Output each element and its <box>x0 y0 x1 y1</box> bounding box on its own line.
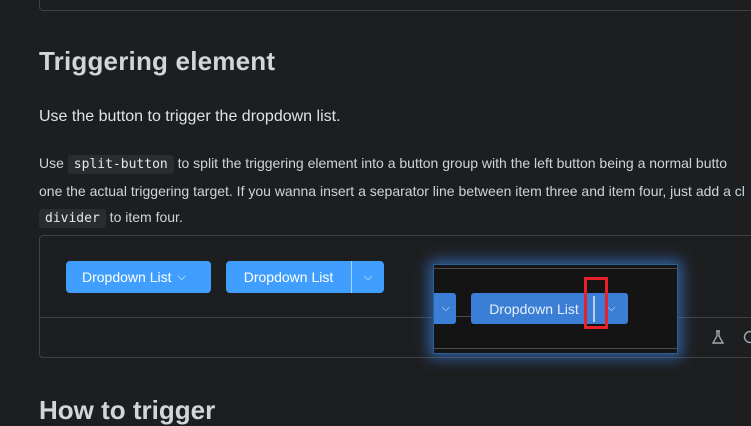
split-button-label: Dropdown List <box>244 269 334 285</box>
zoom-border-line <box>434 348 677 349</box>
code-divider: divider <box>39 209 106 228</box>
zoom-border-line <box>434 268 677 269</box>
beaker-icon[interactable] <box>711 330 725 348</box>
desc-text-1: Use <box>39 155 68 171</box>
desc-text-3: one the actual triggering target. If you… <box>39 183 745 199</box>
code-split-button: split-button <box>68 155 174 174</box>
magnifier-overlay: ⌵ Dropdown List ⌵ <box>433 264 678 354</box>
desc-text-2: to split the triggering element into a b… <box>174 155 727 171</box>
github-icon[interactable] <box>743 330 751 348</box>
chevron-down-icon: ⌵ <box>178 271 186 284</box>
zoomed-dropdown-button-fragment: ⌵ <box>433 293 456 324</box>
chevron-down-icon: ⌵ <box>442 302 450 315</box>
split-dropdown-button: Dropdown List ⌵ <box>226 261 384 293</box>
desc-text-4: to item four. <box>106 209 183 225</box>
split-button-trigger[interactable]: ⌵ <box>352 261 384 293</box>
next-section-title: How to trigger <box>39 395 215 426</box>
chevron-down-icon: ⌵ <box>364 271 372 284</box>
previous-demo-card <box>39 0 751 11</box>
split-button-main[interactable]: Dropdown List <box>226 261 352 293</box>
zoomed-split-button-label: Dropdown List <box>471 301 597 317</box>
section-description: Use split-button to split the triggering… <box>39 150 751 232</box>
section-title: Triggering element <box>39 46 275 77</box>
section-intro: Use the button to trigger the dropdown l… <box>39 108 341 126</box>
dropdown-button-label: Dropdown List <box>82 269 172 285</box>
highlight-box <box>584 277 608 329</box>
dropdown-button[interactable]: Dropdown List ⌵ <box>66 261 211 293</box>
